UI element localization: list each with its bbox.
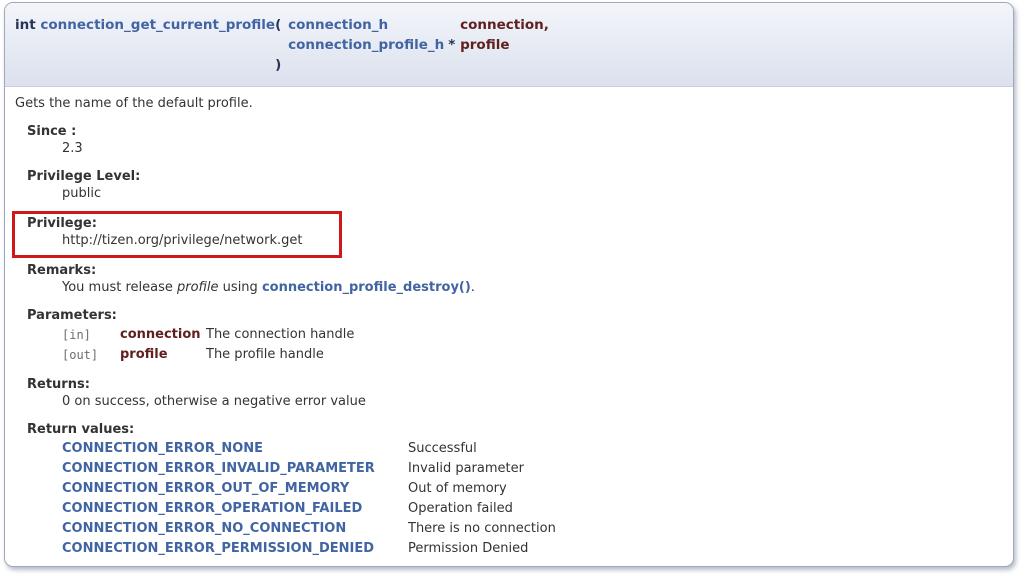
remarks-text: You must release profile using connectio… [62,280,1003,296]
param-description: The connection handle [206,325,354,345]
error-description: There is no connection [408,519,556,539]
privilege-highlight-box: Privilege: http://tizen.org/privilege/ne… [12,211,342,258]
connection-profile-destroy-link[interactable]: connection_profile_destroy() [262,280,471,295]
parameters-table: [in] connection The connection handle [o… [62,325,354,365]
function-signature-header: int connection_get_current_profile ( con… [5,3,1013,87]
error-code-link[interactable]: CONNECTION_ERROR_NONE [62,441,263,456]
return-value-row: CONNECTION_ERROR_OPERATION_FAILED Operat… [62,499,556,519]
remarks-label: Remarks: [27,263,1003,279]
return-value-row: CONNECTION_ERROR_OUT_OF_MEMORY Out of me… [62,479,556,499]
return-type: int [15,17,36,33]
signature-row: int connection_get_current_profile ( con… [15,15,549,35]
param-name-connection: connection, [460,15,549,35]
close-paren: ) [275,55,288,75]
privilege-level-value: public [62,186,1003,202]
error-description: Successful [408,439,556,459]
remarks-text-after: . [471,280,475,295]
return-value-row: CONNECTION_ERROR_NO_CONNECTION There is … [62,519,556,539]
return-values-section: Return values: CONNECTION_ERROR_NONE Suc… [27,422,1003,559]
return-value-row: CONNECTION_ERROR_PERMISSION_DENIED Permi… [62,539,556,559]
since-value: 2.3 [62,141,1003,157]
since-label: Since : [27,124,1003,140]
return-value-row: CONNECTION_ERROR_INVALID_PARAMETER Inval… [62,459,556,479]
signature-row: ) [15,55,549,75]
privilege-level-section: Privilege Level: public [27,169,1003,202]
error-description: Operation failed [408,499,556,519]
error-code-link[interactable]: CONNECTION_ERROR_INVALID_PARAMETER [62,461,375,476]
parameter-row: [in] connection The connection handle [62,325,354,345]
returns-section: Returns: 0 on success, otherwise a negat… [27,377,1003,410]
parameters-section: Parameters: [in] connection The connecti… [27,308,1003,365]
param-name: profile [120,345,206,365]
param-direction: [out] [62,345,120,365]
function-name-link[interactable]: connection_get_current_profile [40,17,275,33]
error-code-link[interactable]: CONNECTION_ERROR_OPERATION_FAILED [62,501,362,516]
error-description: Out of memory [408,479,556,499]
error-description: Permission Denied [408,539,556,559]
remarks-emphasis: profile [177,280,219,295]
function-doc-card: int connection_get_current_profile ( con… [4,2,1014,567]
param-type-link-connection-profile-h[interactable]: connection_profile_h [288,37,444,53]
returns-label: Returns: [27,377,1003,393]
param-name-profile: profile [460,35,549,55]
open-paren: ( [275,15,288,35]
error-description: Invalid parameter [408,459,556,479]
param-type-suffix: * [448,37,455,53]
param-direction: [in] [62,325,120,345]
privilege-value: http://tizen.org/privilege/network.get [62,233,339,249]
error-code-link[interactable]: CONNECTION_ERROR_NO_CONNECTION [62,521,346,536]
error-code-link[interactable]: CONNECTION_ERROR_OUT_OF_MEMORY [62,481,349,496]
return-value-row: CONNECTION_ERROR_NONE Successful [62,439,556,459]
return-values-label: Return values: [27,422,1003,438]
returns-value: 0 on success, otherwise a negative error… [62,394,1003,410]
param-type-link-connection-h[interactable]: connection_h [288,17,388,33]
privilege-level-label: Privilege Level: [27,169,1003,185]
signature-row: connection_profile_h* profile [15,35,549,55]
return-values-table: CONNECTION_ERROR_NONE Successful CONNECT… [62,439,556,559]
function-description: Gets the name of the default profile. [15,96,1003,112]
function-doc-body: Gets the name of the default profile. Si… [5,87,1013,567]
parameter-row: [out] profile The profile handle [62,345,354,365]
param-description: The profile handle [206,345,354,365]
privilege-section: Privilege: http://tizen.org/privilege/ne… [27,216,339,249]
privilege-label: Privilege: [27,216,339,232]
signature-table: int connection_get_current_profile ( con… [15,15,549,75]
remarks-text-middle: using [219,280,262,295]
since-section: Since : 2.3 [27,124,1003,157]
parameters-label: Parameters: [27,308,1003,324]
error-code-link[interactable]: CONNECTION_ERROR_PERMISSION_DENIED [62,541,374,556]
remarks-text-before: You must release [62,280,177,295]
param-name: connection [120,325,206,345]
remarks-section: Remarks: You must release profile using … [27,263,1003,296]
